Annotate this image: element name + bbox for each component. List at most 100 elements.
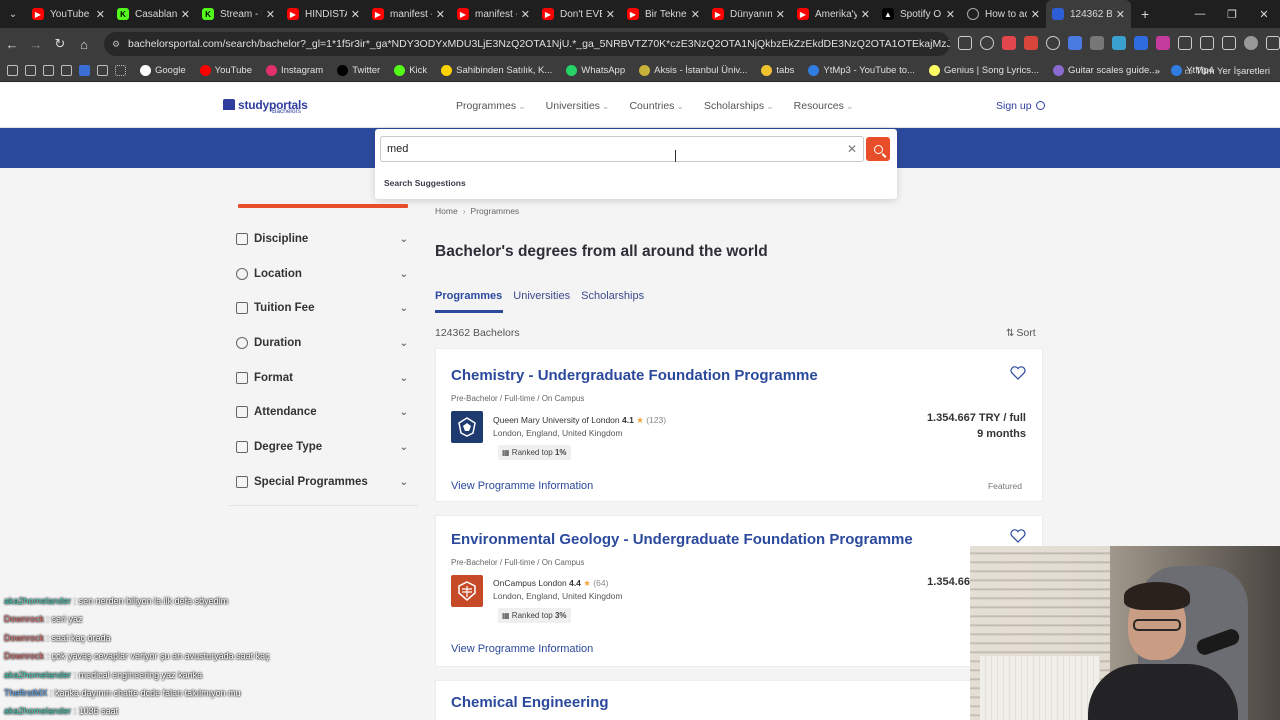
translate-icon[interactable]: [1068, 36, 1082, 50]
site-info-icon[interactable]: ⚙: [112, 32, 120, 56]
browser-tab[interactable]: ▶ YouTube ✕: [26, 0, 111, 28]
close-tab-icon[interactable]: ✕: [946, 8, 955, 21]
close-tab-icon[interactable]: ✕: [436, 8, 445, 21]
clear-search-icon[interactable]: ✕: [847, 142, 857, 156]
sign-up-link[interactable]: Sign up: [996, 100, 1045, 112]
university-logo[interactable]: [451, 411, 483, 443]
browser-tab[interactable]: ▶ Amerika'y ✕: [791, 0, 876, 28]
breadcrumb-home[interactable]: Home: [435, 206, 458, 216]
filter-location[interactable]: Location ⌄: [236, 261, 410, 287]
close-tab-icon[interactable]: ✕: [606, 8, 615, 21]
bookmark-item[interactable]: Genius | Song Lyrics...: [928, 65, 1039, 76]
browser-tab[interactable]: ▶ HİNDİSTAN ✕: [281, 0, 366, 28]
studyportals-logo[interactable]: studyportals Bachelors: [223, 96, 308, 115]
more-bookmarks-icon[interactable]: »: [1155, 66, 1160, 77]
pen-icon[interactable]: [1178, 36, 1192, 50]
media-icon[interactable]: [1222, 36, 1236, 50]
extension-icon[interactable]: [1112, 36, 1126, 50]
nav-scholarships[interactable]: Scholarships: [704, 100, 774, 112]
all-bookmarks[interactable]: ▭ Tüm Yer İşaretleri: [1184, 66, 1270, 77]
sort-button[interactable]: ⇅ Sort: [1006, 327, 1036, 339]
bookmark-item[interactable]: Google: [140, 65, 186, 76]
close-tab-icon[interactable]: ✕: [861, 8, 870, 21]
browser-tab[interactable]: ▶ manifest - ✕: [366, 0, 451, 28]
tab-search-icon[interactable]: ⌄: [0, 9, 26, 20]
bookmark-folder-icon[interactable]: [25, 65, 36, 76]
nav-resources[interactable]: Resources: [794, 100, 854, 112]
nav-programmes[interactable]: Programmes: [456, 100, 526, 112]
browser-tab[interactable]: ▲ Spotify OI ✕: [876, 0, 961, 28]
bookmark-star-icon[interactable]: [980, 36, 994, 50]
minimize-icon[interactable]: —: [1184, 8, 1216, 20]
forward-icon[interactable]: →: [24, 37, 48, 52]
bookmark-folder-icon[interactable]: [61, 65, 72, 76]
breadcrumb-programmes[interactable]: Programmes: [458, 206, 520, 216]
restore-icon[interactable]: ❐: [1216, 8, 1248, 21]
bookmark-item[interactable]: Instagram: [265, 65, 323, 76]
university-logo[interactable]: [451, 575, 483, 607]
filter-attendance[interactable]: Attendance ⌄: [236, 399, 410, 425]
browser-tab[interactable]: 124362 Ba ✕: [1046, 0, 1131, 28]
extension-icon[interactable]: [1002, 36, 1016, 50]
extension-icon[interactable]: [1090, 36, 1104, 50]
close-tab-icon[interactable]: ✕: [266, 8, 275, 21]
close-window-icon[interactable]: ✕: [1248, 8, 1280, 21]
extension-icon[interactable]: [1134, 36, 1148, 50]
bookmark-item[interactable]: tabs: [761, 65, 794, 76]
browser-tab[interactable]: ▶ Bir Tekne I ✕: [621, 0, 706, 28]
close-tab-icon[interactable]: ✕: [521, 8, 530, 21]
bookmark-folder-icon[interactable]: [97, 65, 108, 76]
close-tab-icon[interactable]: ✕: [1116, 8, 1125, 21]
close-tab-icon[interactable]: ✕: [351, 8, 360, 21]
search-input[interactable]: [380, 136, 864, 162]
university-name[interactable]: Queen Mary University of London 4.1 ★ (1…: [493, 415, 666, 426]
bookmark-folder-icon[interactable]: [79, 65, 90, 76]
close-tab-icon[interactable]: ✕: [691, 8, 700, 21]
bookmark-item[interactable]: Guitar scales guide...: [1052, 65, 1157, 76]
reload-icon[interactable]: ↻: [48, 36, 72, 52]
tab-programmes[interactable]: Programmes: [435, 290, 502, 302]
heart-icon[interactable]: [1010, 366, 1026, 380]
tab-universities[interactable]: Universities: [513, 290, 570, 302]
bookmark-item[interactable]: WhatsApp: [566, 65, 625, 76]
extension-icon[interactable]: [1156, 36, 1170, 50]
close-tab-icon[interactable]: ✕: [1031, 8, 1040, 21]
browser-tab[interactable]: ▶ Dünyanın ✕: [706, 0, 791, 28]
browser-tab[interactable]: How to ac ✕: [961, 0, 1046, 28]
puzzle-icon[interactable]: [1200, 36, 1214, 50]
browser-tab[interactable]: K Stream - K ✕: [196, 0, 281, 28]
search-button[interactable]: [866, 137, 890, 161]
browser-tab[interactable]: ▶ Don't EVER ✕: [536, 0, 621, 28]
filter-degree-type[interactable]: Degree Type ⌄: [236, 434, 410, 460]
bookmark-item[interactable]: Kick: [394, 65, 427, 76]
browser-tab[interactable]: ▶ manifest - ✕: [451, 0, 536, 28]
bookmark-item[interactable]: Sahibinden Satılık, K...: [441, 65, 552, 76]
install-icon[interactable]: [958, 36, 972, 50]
nav-universities[interactable]: Universities: [546, 100, 610, 112]
url-bar[interactable]: ⚙ bachelorsportal.com/search/bachelor?_g…: [104, 32, 950, 56]
view-programme-link[interactable]: View Programme Information: [451, 643, 593, 655]
bookmark-item[interactable]: YtMp3 - YouTube to...: [808, 65, 915, 76]
filter-discipline[interactable]: Discipline ⌄: [236, 226, 410, 252]
filter-special-programmes[interactable]: Special Programmes ⌄: [236, 469, 410, 495]
new-tab-button[interactable]: +: [1141, 6, 1149, 22]
filter-duration[interactable]: Duration ⌄: [236, 330, 410, 356]
bookmark-item[interactable]: Aksis - İstanbul Üniv...: [639, 65, 747, 76]
filter-tuition-fee[interactable]: Tuition Fee ⌄: [236, 295, 410, 321]
nav-countries[interactable]: Countries: [629, 100, 684, 112]
bookmark-folder-icon[interactable]: [7, 65, 18, 76]
zoom-icon[interactable]: [1046, 36, 1060, 50]
programme-title[interactable]: Environmental Geology - Undergraduate Fo…: [451, 531, 913, 548]
tab-scholarships[interactable]: Scholarships: [581, 290, 644, 302]
university-name[interactable]: OnCampus London 4.4 ★ (64): [493, 578, 608, 589]
back-icon[interactable]: ←: [0, 37, 24, 52]
bookmark-folder-icon[interactable]: [43, 65, 54, 76]
extension-icon[interactable]: [1024, 36, 1038, 50]
browser-tab[interactable]: K Casablanca ✕: [111, 0, 196, 28]
programme-title[interactable]: Chemistry - Undergraduate Foundation Pro…: [451, 367, 818, 384]
filter-format[interactable]: Format ⌄: [236, 365, 410, 391]
heart-icon[interactable]: [1010, 529, 1026, 543]
view-programme-link[interactable]: View Programme Information: [451, 480, 593, 492]
menu-icon[interactable]: [1266, 36, 1280, 50]
bookmark-item[interactable]: YouTube: [199, 65, 252, 76]
